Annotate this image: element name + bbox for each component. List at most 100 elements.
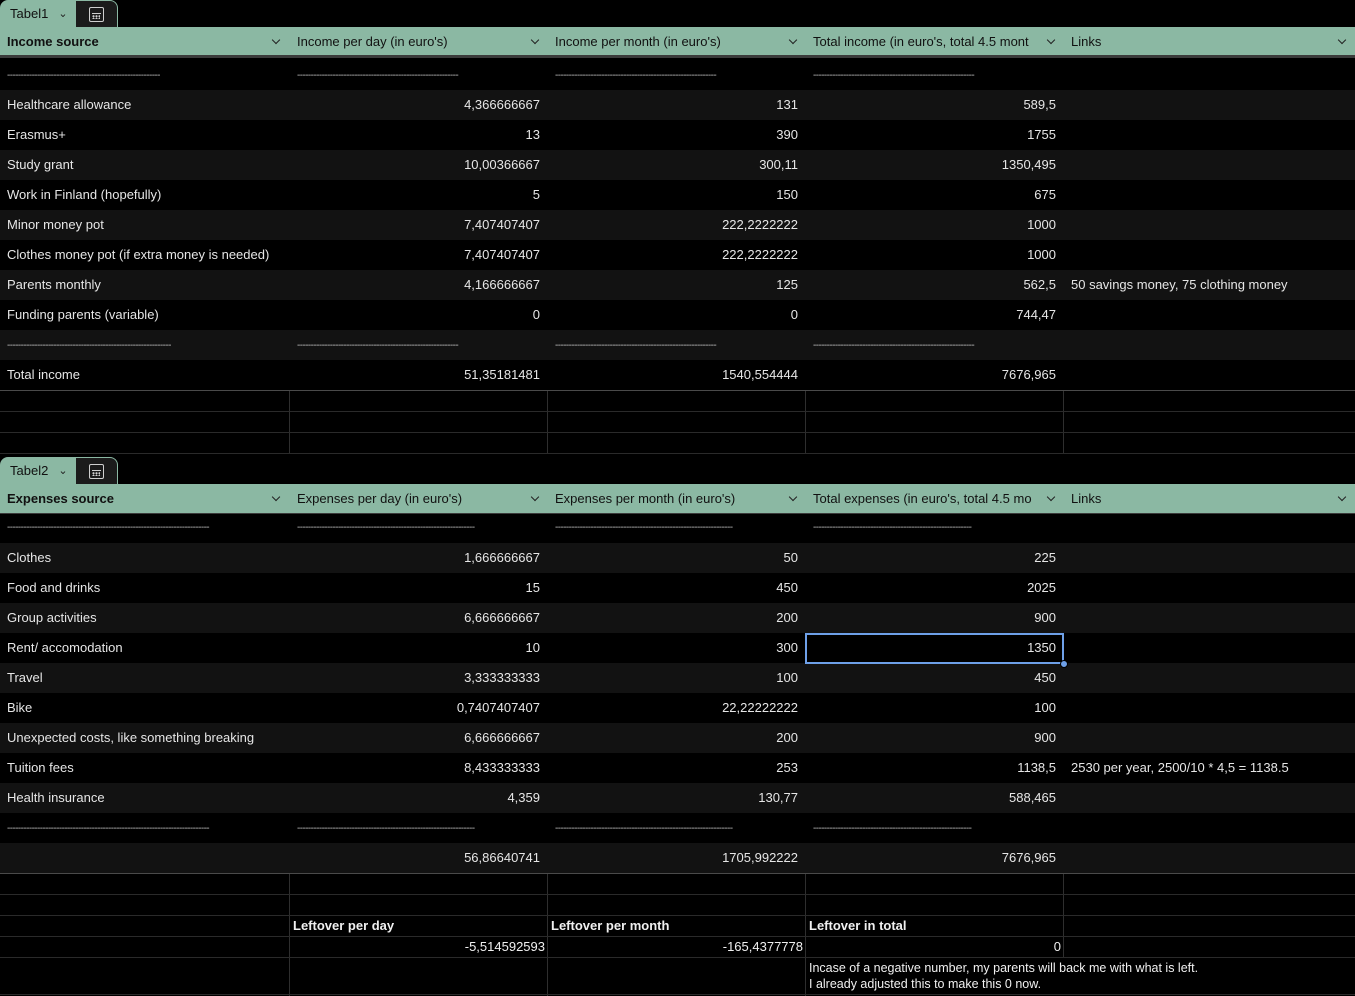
table-cell[interactable]: 125 [548,270,806,300]
table-cell[interactable] [1064,543,1071,573]
table-cell[interactable]: 1755 [806,120,1064,150]
table-cell[interactable]: 1000 [806,210,1064,240]
table-cell[interactable] [1064,633,1071,663]
table-row[interactable]: Healthcare allowance 4,366666667 131 589… [0,90,1355,120]
table-cell[interactable] [1064,783,1071,813]
table-cell[interactable]: Clothes money pot (if extra money is nee… [0,240,269,270]
table-cell[interactable]: 100 [806,693,1064,723]
table-cell[interactable] [1064,300,1071,330]
table1-col-links[interactable]: Links [1064,27,1355,55]
fill-handle[interactable] [1060,660,1068,668]
table-cell[interactable] [1064,723,1071,753]
table-cell[interactable]: 200 [548,723,806,753]
table-row[interactable]: Bike 0,7407407407 22,22222222 100 [0,693,1355,723]
table-cell[interactable]: ----------------------------------------… [290,330,548,360]
table-cell[interactable]: Erasmus+ [0,120,66,150]
table-cell[interactable] [1064,210,1071,240]
chevron-down-icon[interactable] [1046,36,1056,46]
table-cell[interactable]: ----------------------------------------… [0,60,289,90]
table-cell[interactable]: ----------------------------------------… [548,60,806,90]
table-cell[interactable]: 589,5 [806,90,1064,120]
table-cell[interactable]: 744,47 [806,300,1064,330]
table-row[interactable]: Group activities 6,666666667 200 900 [0,603,1355,633]
table-cell[interactable]: ----------------------------------------… [0,813,289,843]
chevron-down-icon[interactable] [788,36,798,46]
table-cell[interactable]: 8,433333333 [290,753,548,783]
table-cell[interactable]: 1350,495 [806,150,1064,180]
table-cell[interactable]: 4,166666667 [290,270,548,300]
table-cell[interactable]: 3,333333333 [290,663,548,693]
table-cell[interactable]: 13 [290,120,548,150]
table-cell[interactable]: 225 [806,543,1064,573]
table-row[interactable]: Unexpected costs, like something breakin… [0,723,1355,753]
table-cell[interactable]: 50 [548,543,806,573]
table-cell[interactable]: 200 [548,603,806,633]
table-cell[interactable] [1064,90,1071,120]
chevron-down-icon[interactable] [788,493,798,503]
table-cell[interactable]: 1705,992222 [548,843,806,873]
chevron-down-icon[interactable] [271,493,281,503]
chevron-down-icon[interactable] [1337,36,1347,46]
table-cell[interactable]: 1000 [806,240,1064,270]
table1-col-total[interactable]: Total income (in euro's, total 4.5 mont [806,27,1064,55]
table-cell[interactable]: ----------------------------------------… [806,60,1064,90]
table-cell[interactable]: 100 [548,663,806,693]
table2-col-per-month[interactable]: Expenses per month (in euro's) [548,484,806,512]
table-cell[interactable]: ----------------------------------------… [290,813,548,843]
table-row[interactable]: Travel 3,333333333 100 450 [0,663,1355,693]
table-row[interactable]: Erasmus+ 13 390 1755 [0,120,1355,150]
table-cell[interactable]: 10,00366667 [290,150,548,180]
table-cell[interactable]: ----------------------------------------… [806,514,1064,544]
leftover-per-day-value[interactable]: -5,514592593 [290,939,545,954]
table2-col-per-day[interactable]: Expenses per day (in euro's) [290,484,548,512]
table-cell[interactable]: 222,2222222 [548,240,806,270]
chevron-down-icon[interactable] [271,36,281,46]
table-cell[interactable]: ----------------------------------------… [806,813,1064,843]
table-cell[interactable]: Healthcare allowance [0,90,131,120]
table1-name-button[interactable]: Tabel1 ⌄ [0,0,76,27]
table-cell[interactable]: 7676,965 [806,360,1064,390]
table-cell[interactable]: 6,666666667 [290,723,548,753]
table2-col-total[interactable]: Total expenses (in euro's, total 4.5 mo [806,484,1064,512]
chevron-down-icon[interactable] [1337,493,1347,503]
table-cell[interactable]: 562,5 [806,270,1064,300]
table-cell[interactable]: 50 savings money, 75 clothing money [1064,270,1288,300]
table-cell[interactable]: 1540,554444 [548,360,806,390]
table2-separator-row[interactable]: ----------------------------------------… [0,813,1355,843]
table-cell[interactable]: 5 [290,180,548,210]
table-cell[interactable] [1064,240,1071,270]
table-cell[interactable]: Unexpected costs, like something breakin… [0,723,254,753]
table-cell[interactable]: ----------------------------------------… [806,330,1064,360]
table-cell[interactable]: ----------------------------------------… [290,514,548,544]
table-cell[interactable]: 150 [548,180,806,210]
table-cell[interactable]: 22,22222222 [548,693,806,723]
table-cell[interactable]: 130,77 [548,783,806,813]
table-row[interactable]: Tuition fees 8,433333333 253 1138,5 2530… [0,753,1355,783]
table-cell[interactable]: 300 [548,633,806,663]
table-cell[interactable]: 900 [806,603,1064,633]
table-cell[interactable]: 2025 [806,573,1064,603]
table-cell[interactable]: Parents monthly [0,270,101,300]
table-cell[interactable]: 0 [548,300,806,330]
table2-col-expenses-source[interactable]: Expenses source [0,484,289,512]
table-cell[interactable]: 4,366666667 [290,90,548,120]
leftover-total-label[interactable]: Leftover in total [809,918,907,933]
table-cell[interactable]: Funding parents (variable) [0,300,159,330]
table-cell[interactable]: Group activities [0,603,97,633]
table-cell[interactable]: 588,465 [806,783,1064,813]
table-cell[interactable] [0,843,7,873]
table-cell[interactable]: 7676,965 [806,843,1064,873]
table-cell[interactable]: 4,359 [290,783,548,813]
table1-separator-row[interactable]: ----------------------------------------… [0,330,1355,360]
table-cell[interactable]: Bike [0,693,32,723]
table2-calc-button[interactable] [75,457,118,484]
table-cell[interactable] [1064,120,1071,150]
table-cell[interactable]: Total income [0,360,80,390]
table-cell[interactable]: 0 [290,300,548,330]
chevron-down-icon[interactable] [530,36,540,46]
table-row[interactable]: Food and drinks 15 450 2025 [0,573,1355,603]
table2-separator-row[interactable]: ----------------------------------------… [0,514,1355,542]
chevron-down-icon[interactable] [530,493,540,503]
table-cell[interactable]: Work in Finland (hopefully) [0,180,161,210]
table-row[interactable]: Health insurance 4,359 130,77 588,465 [0,783,1355,813]
